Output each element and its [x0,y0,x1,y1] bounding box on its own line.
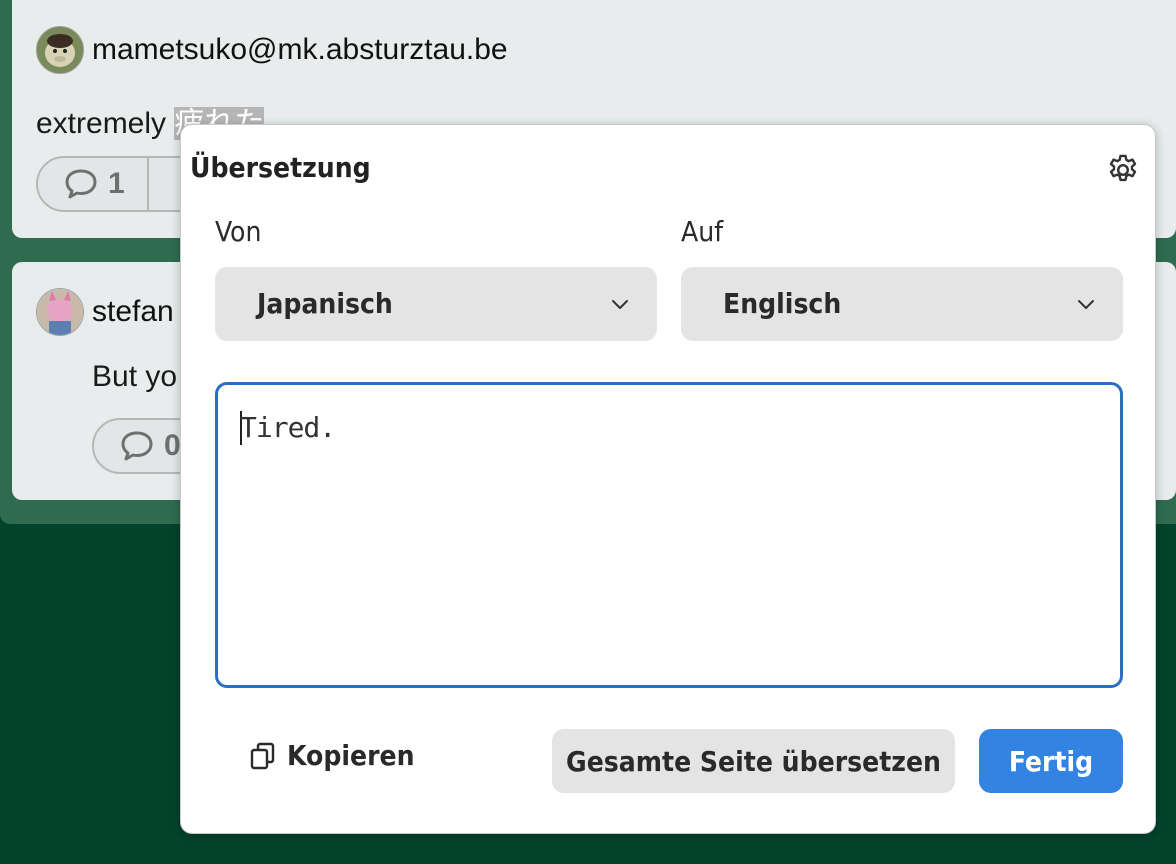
reply-button[interactable]: 1 [38,158,149,210]
to-label: Auf [681,215,724,248]
copy-button[interactable]: Kopieren [249,739,415,772]
chevron-down-icon [612,300,628,309]
translate-page-button[interactable]: Gesamte Seite übersetzen [552,729,955,793]
speech-bubble-icon [65,169,97,199]
post-content: But yo [92,360,178,393]
translation-text: Tired. [240,411,336,444]
post-author[interactable]: mametsuko@mk.absturztau.be [92,33,508,67]
settings-button[interactable] [1105,152,1141,188]
gear-icon [1109,154,1137,182]
speech-bubble-icon [121,431,153,461]
translation-dialog: Übersetzung Von Auf Japanisch Englisch T… [180,124,1156,834]
translation-output[interactable]: Tired. [215,382,1123,688]
post-author[interactable]: stefan [92,295,174,329]
dialog-title: Übersetzung [190,151,371,184]
to-language-value: Englisch [723,287,842,320]
copy-icon [250,742,275,769]
from-label: Von [215,215,262,248]
post-content-text: extremely [36,107,175,140]
reply-count: 1 [108,167,125,200]
reply-count: 0 [164,429,181,462]
from-language-select[interactable]: Japanisch [215,267,657,341]
avatar[interactable] [36,288,84,336]
done-button[interactable]: Fertig [979,729,1123,793]
avatar-image [37,289,83,335]
from-language-value: Japanisch [257,287,393,320]
avatar-image [37,27,83,73]
to-language-select[interactable]: Englisch [681,267,1123,341]
chevron-down-icon [1078,300,1094,309]
avatar[interactable] [36,26,84,74]
copy-label: Kopieren [287,739,415,772]
